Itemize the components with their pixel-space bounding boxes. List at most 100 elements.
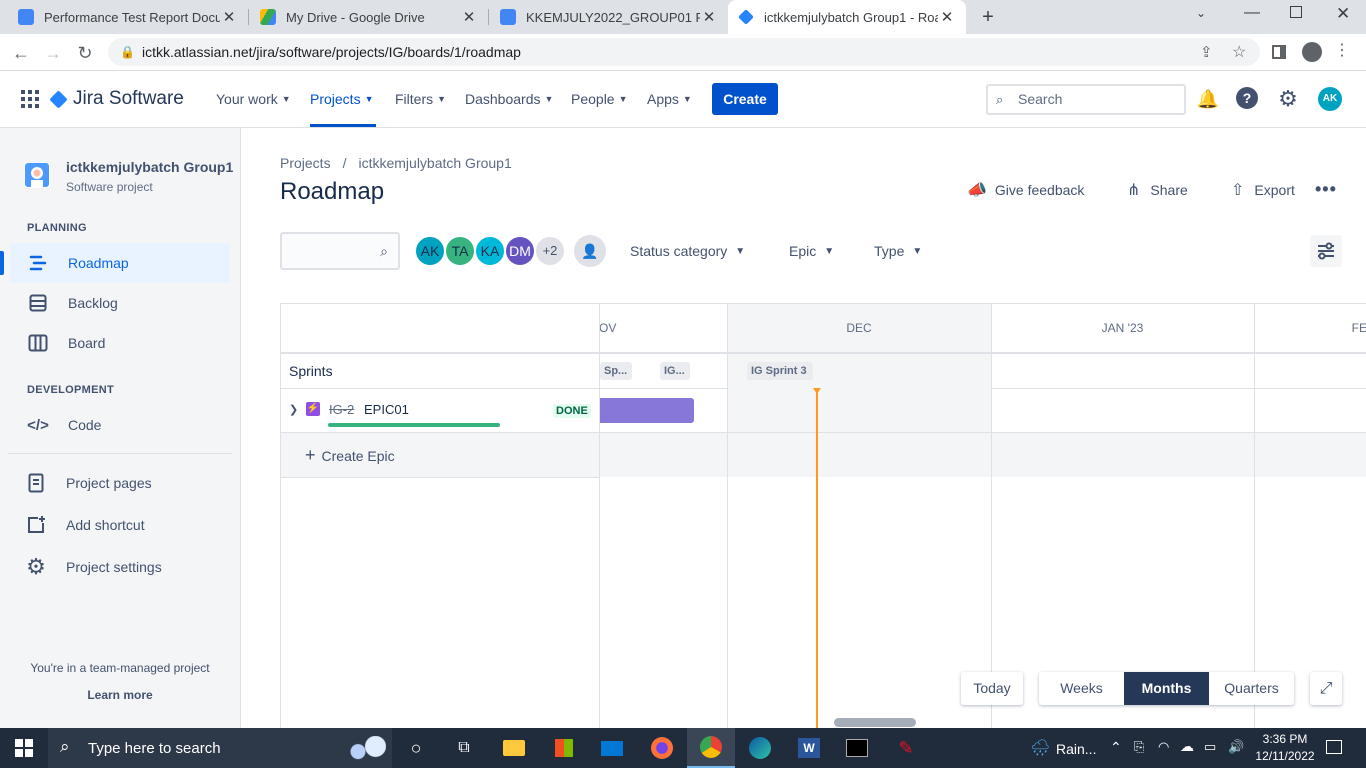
sidebar-item-add-shortcut[interactable]: Add shortcut — [10, 505, 230, 545]
epic-key[interactable]: IG-2 — [329, 402, 354, 417]
tab-search-icon[interactable]: ⌄ — [1196, 6, 1206, 20]
pen-app-icon[interactable]: ✎ — [882, 728, 930, 768]
roadmap-search-input[interactable]: ⌕ — [280, 232, 400, 270]
volume-icon[interactable]: 🔊 — [1228, 739, 1244, 755]
share-button[interactable]: ⋔ Share — [1127, 180, 1188, 200]
chevron-up-icon[interactable]: ⌃ — [1110, 739, 1122, 756]
learn-more-link[interactable]: Learn more — [0, 688, 240, 702]
epic-timeline-bar[interactable] — [600, 398, 694, 423]
browser-tab-active[interactable]: ictkkemjulybatch Group1 - Road ✕ — [728, 0, 966, 34]
sprint-chip[interactable]: IG... — [660, 362, 690, 380]
wifi-icon[interactable]: ◠ — [1158, 739, 1169, 755]
user-avatar[interactable]: AK — [1318, 87, 1342, 111]
sidebar-item-backlog[interactable]: Backlog — [10, 283, 230, 323]
chrome-icon[interactable] — [687, 728, 735, 768]
nav-projects[interactable]: Projects ▼ — [310, 71, 376, 127]
close-window-button[interactable]: ✕ — [1336, 4, 1350, 24]
side-panel-icon[interactable] — [1272, 45, 1286, 59]
avatar[interactable]: KA — [474, 235, 506, 267]
close-icon[interactable]: ✕ — [700, 8, 718, 26]
nav-your-work[interactable]: Your work ▼ — [216, 71, 291, 127]
export-button[interactable]: ⇧ Export — [1231, 180, 1295, 200]
meet-now-icon[interactable]: ⎘ — [1134, 739, 1144, 755]
cortana-icon[interactable]: ○ — [392, 728, 440, 768]
back-button[interactable]: ← — [8, 40, 34, 66]
sidebar-item-code[interactable]: </> Code — [10, 405, 230, 445]
give-feedback-button[interactable]: 📣 Give feedback — [967, 180, 1084, 200]
avatar[interactable]: AK — [414, 235, 446, 267]
share-page-icon[interactable]: ⇪ — [1200, 43, 1213, 61]
file-explorer-icon[interactable] — [490, 728, 538, 768]
weather-icon[interactable]: 🌧 — [1030, 738, 1050, 758]
nav-people[interactable]: People ▼ — [571, 71, 628, 127]
sprint-chip[interactable]: Sp... — [600, 362, 632, 380]
close-icon[interactable]: ✕ — [938, 8, 956, 26]
browser-tab[interactable]: KKEMJULY2022_GROUP01 PERFO ✕ — [490, 0, 728, 34]
create-button[interactable]: Create — [712, 83, 778, 115]
word-icon[interactable]: W — [785, 728, 833, 768]
nav-filters[interactable]: Filters ▼ — [395, 71, 446, 127]
sidebar-item-board[interactable]: Board — [10, 323, 230, 363]
mail-icon[interactable] — [588, 728, 636, 768]
expand-chevron-icon[interactable]: ❯ — [289, 403, 298, 416]
terminal-icon[interactable] — [833, 728, 881, 768]
more-actions-icon[interactable]: ••• — [1315, 179, 1337, 200]
browser-tab[interactable]: My Drive - Google Drive ✕ — [250, 0, 488, 34]
windows-start-icon[interactable] — [0, 728, 48, 768]
type-filter[interactable]: Type ▼ — [874, 243, 922, 259]
forward-button[interactable]: → — [40, 40, 66, 66]
nav-apps[interactable]: Apps ▼ — [647, 71, 692, 127]
url-field[interactable]: 🔒 ictkk.atlassian.net/jira/software/proj… — [108, 38, 1260, 66]
more-avatars-badge[interactable]: +2 — [534, 235, 566, 267]
taskbar-time[interactable]: 3:36 PM — [1254, 732, 1316, 746]
notifications-icon[interactable]: 🔔 — [1196, 87, 1220, 111]
avatar[interactable]: DM — [504, 235, 536, 267]
app-switcher-icon[interactable] — [21, 90, 39, 108]
weeks-button[interactable]: Weeks — [1039, 672, 1124, 705]
bookmark-star-icon[interactable]: ☆ — [1232, 42, 1246, 62]
breadcrumb-projects[interactable]: Projects — [280, 155, 331, 171]
minimize-button[interactable]: — — [1244, 4, 1260, 22]
avatar[interactable]: TA — [444, 235, 476, 267]
help-icon[interactable]: ? — [1236, 87, 1258, 109]
taskbar-date[interactable]: 12/11/2022 — [1250, 749, 1320, 763]
sidebar-item-project-settings[interactable]: ⚙ Project settings — [10, 547, 230, 587]
onedrive-cloud-icon[interactable]: ☁ — [1180, 738, 1194, 755]
view-settings-icon[interactable] — [1310, 235, 1342, 267]
jira-logo[interactable]: Jira Software — [49, 87, 184, 111]
epic-name[interactable]: EPIC01 — [364, 402, 409, 417]
sidebar-item-roadmap[interactable]: Roadmap — [0, 243, 230, 283]
microsoft-store-icon[interactable] — [540, 728, 588, 768]
fullscreen-icon[interactable]: ⤢ — [1310, 672, 1342, 705]
maximize-button[interactable] — [1290, 6, 1302, 18]
notification-center-icon[interactable] — [1326, 740, 1342, 754]
weather-text[interactable]: Rain... — [1056, 741, 1096, 757]
today-button[interactable]: Today — [961, 672, 1023, 705]
project-avatar[interactable] — [24, 162, 50, 188]
browser-tab[interactable]: Performance Test Report Docume ✕ — [8, 0, 248, 34]
taskbar-search-box[interactable]: ⌕ Type here to search — [48, 728, 392, 768]
reload-button[interactable]: ↻ — [72, 40, 98, 66]
create-epic-button[interactable]: + Create Epic — [305, 445, 395, 466]
search-input[interactable]: ⌕ Search — [986, 84, 1186, 115]
close-icon[interactable]: ✕ — [220, 8, 238, 26]
quarters-button[interactable]: Quarters — [1209, 672, 1294, 705]
close-icon[interactable]: ✕ — [460, 8, 478, 26]
project-name[interactable]: ictkkemjulybatch Group1 — [66, 159, 233, 175]
edge-icon[interactable] — [736, 728, 784, 768]
browser-menu-icon[interactable]: ⋮ — [1334, 40, 1350, 60]
status-category-filter[interactable]: Status category ▼ — [630, 243, 745, 259]
new-tab-button[interactable]: + — [976, 5, 1000, 29]
profile-avatar[interactable] — [1302, 42, 1322, 62]
months-button[interactable]: Months — [1124, 672, 1209, 705]
sidebar-item-project-pages[interactable]: Project pages — [10, 463, 230, 503]
sprint-chip[interactable]: IG Sprint 3 — [747, 362, 813, 380]
firefox-icon[interactable] — [638, 728, 686, 768]
add-people-icon[interactable]: 👤 — [574, 235, 606, 267]
nav-dashboards[interactable]: Dashboards ▼ — [465, 71, 553, 127]
epic-filter[interactable]: Epic ▼ — [789, 243, 834, 259]
settings-gear-icon[interactable]: ⚙ — [1276, 87, 1300, 111]
breadcrumb-project[interactable]: ictkkemjulybatch Group1 — [358, 155, 511, 171]
horizontal-scrollbar[interactable] — [834, 718, 916, 727]
battery-icon[interactable]: ▭ — [1204, 739, 1216, 755]
